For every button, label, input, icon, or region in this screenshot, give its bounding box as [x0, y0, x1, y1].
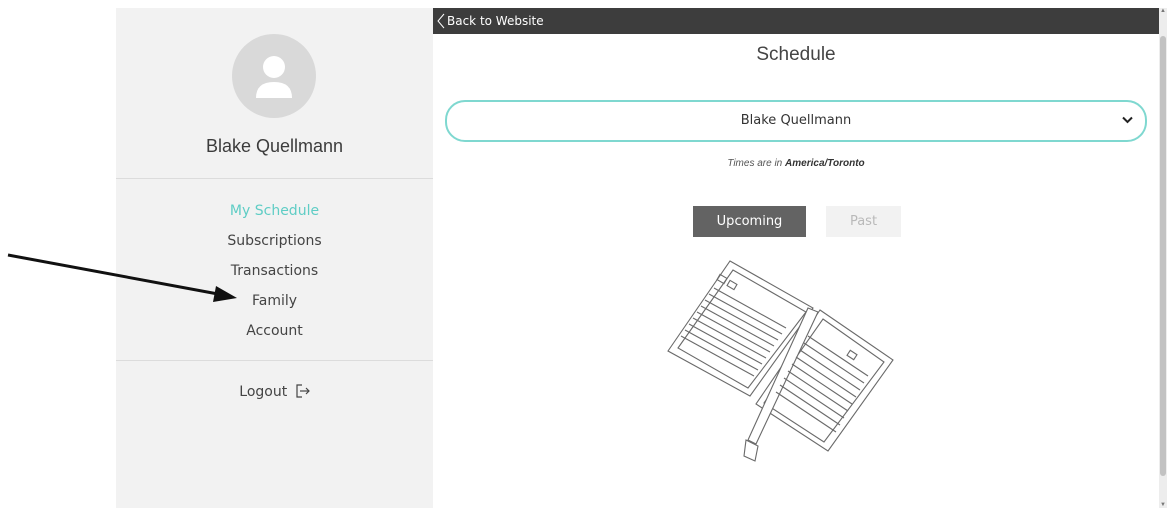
logout-button[interactable]: Logout	[116, 384, 433, 400]
main-content: Schedule Blake Quellmann Times are in Am…	[433, 34, 1159, 508]
user-silhouette-icon	[256, 56, 292, 98]
person-select[interactable]: Blake Quellmann	[445, 100, 1147, 142]
chevron-left-icon	[437, 13, 445, 29]
back-to-website-link[interactable]: Back to Website	[437, 8, 544, 34]
back-label: Back to Website	[447, 14, 544, 28]
top-bar: Back to Website	[433, 8, 1159, 34]
sidebar-item-subscriptions[interactable]: Subscriptions	[116, 231, 433, 261]
sidebar-item-family[interactable]: Family	[116, 291, 433, 321]
divider	[116, 178, 433, 179]
scroll-up-arrow-icon[interactable]: ▲	[1159, 8, 1167, 14]
divider	[116, 360, 433, 361]
timezone-value: America/Toronto	[785, 158, 865, 169]
sidebar: Blake Quellmann My Schedule Subscription…	[116, 8, 433, 508]
timezone-note: Times are in America/Toronto	[433, 158, 1159, 169]
logout-label: Logout	[239, 384, 288, 400]
person-select-value: Blake Quellmann	[740, 113, 852, 128]
sidebar-item-my-schedule[interactable]: My Schedule	[116, 201, 433, 231]
logout-icon	[296, 384, 310, 398]
scrollbar-thumb[interactable]	[1160, 36, 1166, 476]
open-planner-book-icon	[667, 260, 894, 462]
avatar	[232, 34, 316, 118]
scrollbar[interactable]: ▲ ▼	[1159, 8, 1167, 508]
timezone-prefix: Times are in	[727, 158, 786, 169]
sidebar-item-account[interactable]: Account	[116, 321, 433, 351]
user-name: Blake Quellmann	[205, 136, 344, 156]
sidebar-item-transactions[interactable]: Transactions	[116, 261, 433, 291]
page-title: Schedule	[756, 44, 836, 65]
tab-upcoming[interactable]: Upcoming	[693, 206, 806, 237]
sidebar-nav: My Schedule Subscriptions Transactions F…	[116, 201, 433, 351]
tab-past[interactable]: Past	[826, 206, 901, 237]
chevron-down-icon	[1122, 116, 1133, 124]
scroll-down-arrow-icon[interactable]: ▼	[1159, 502, 1167, 508]
